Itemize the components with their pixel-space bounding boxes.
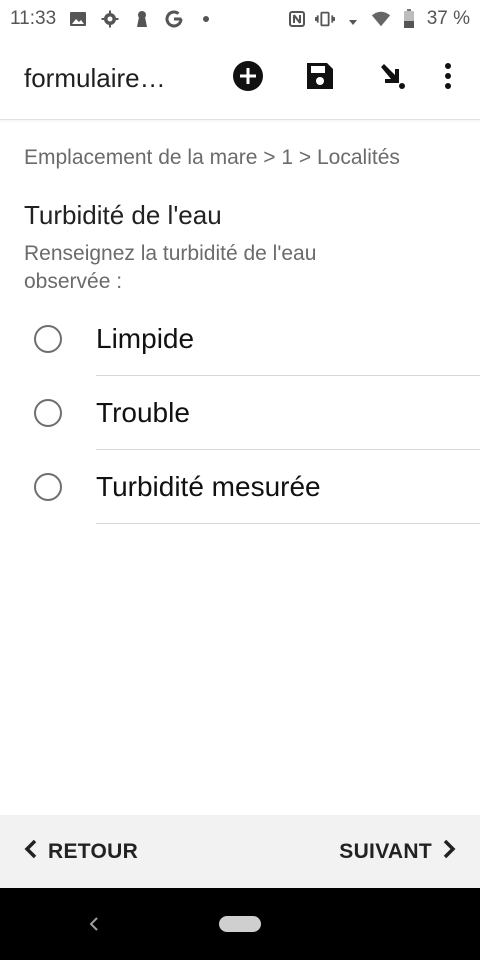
status-time: 11:33: [10, 8, 57, 29]
app-toolbar: formulaire…: [0, 38, 480, 120]
question-title: Turbidité de l'eau: [24, 200, 222, 230]
jump-to-button[interactable]: [356, 49, 428, 109]
wifi-icon: [371, 9, 391, 29]
status-left: 11:33: [10, 8, 216, 30]
add-circle-icon: [232, 60, 264, 97]
back-button-label: RETOUR: [48, 839, 139, 863]
radio-option-label: Limpide: [96, 323, 195, 354]
nfc-icon: [287, 9, 307, 29]
radio-option-label: Turbidité mesurée: [96, 471, 321, 502]
send-arrow-icon: [377, 61, 407, 96]
divider: [96, 523, 480, 524]
system-back-icon[interactable]: [84, 914, 104, 934]
add-repeat-button[interactable]: [212, 49, 284, 109]
radio-option-turbidite-mesuree[interactable]: Turbidité mesurée: [0, 450, 480, 524]
save-icon: [305, 61, 335, 96]
more-options-button[interactable]: [428, 49, 468, 109]
keyhole-icon: [132, 9, 152, 29]
battery-percent: 37 %: [426, 8, 470, 29]
status-right: 37 %: [287, 8, 470, 30]
save-button[interactable]: [284, 49, 356, 109]
radio-button[interactable]: [34, 325, 62, 353]
form-title: formulaire…: [24, 63, 166, 93]
status-bar: 11:33 37 %: [0, 0, 480, 38]
radio-option-trouble[interactable]: Trouble: [0, 376, 480, 450]
image-icon: [68, 9, 88, 29]
data-arrows-icon: [343, 9, 363, 29]
settings-icon: [100, 9, 120, 29]
battery-icon: [399, 9, 419, 29]
back-button[interactable]: RETOUR: [24, 839, 138, 865]
vibrate-icon: [314, 9, 335, 29]
dot-icon: [196, 9, 216, 29]
breadcrumb: Emplacement de la mare > 1 > Localités: [24, 146, 400, 169]
next-button-label: SUIVANT: [339, 839, 432, 863]
google-g-icon: [164, 9, 184, 29]
radio-group: Limpide Trouble Turbidité mesurée: [0, 302, 480, 524]
toolbar-actions: [212, 49, 468, 109]
radio-button[interactable]: [34, 399, 62, 427]
next-button[interactable]: SUIVANT: [339, 839, 456, 865]
radio-option-label: Trouble: [96, 397, 190, 428]
system-navigation-bar: [0, 888, 480, 960]
chevron-right-icon: [442, 839, 456, 865]
system-home-pill[interactable]: [219, 916, 261, 932]
radio-option-limpide[interactable]: Limpide: [0, 302, 480, 376]
radio-button[interactable]: [34, 473, 62, 501]
form-navigation-bar: RETOUR SUIVANT: [0, 815, 480, 888]
chevron-left-icon: [24, 839, 38, 865]
more-vert-icon: [444, 62, 452, 95]
question-hint: Renseignez la turbidité de l'eau observé…: [24, 242, 317, 293]
